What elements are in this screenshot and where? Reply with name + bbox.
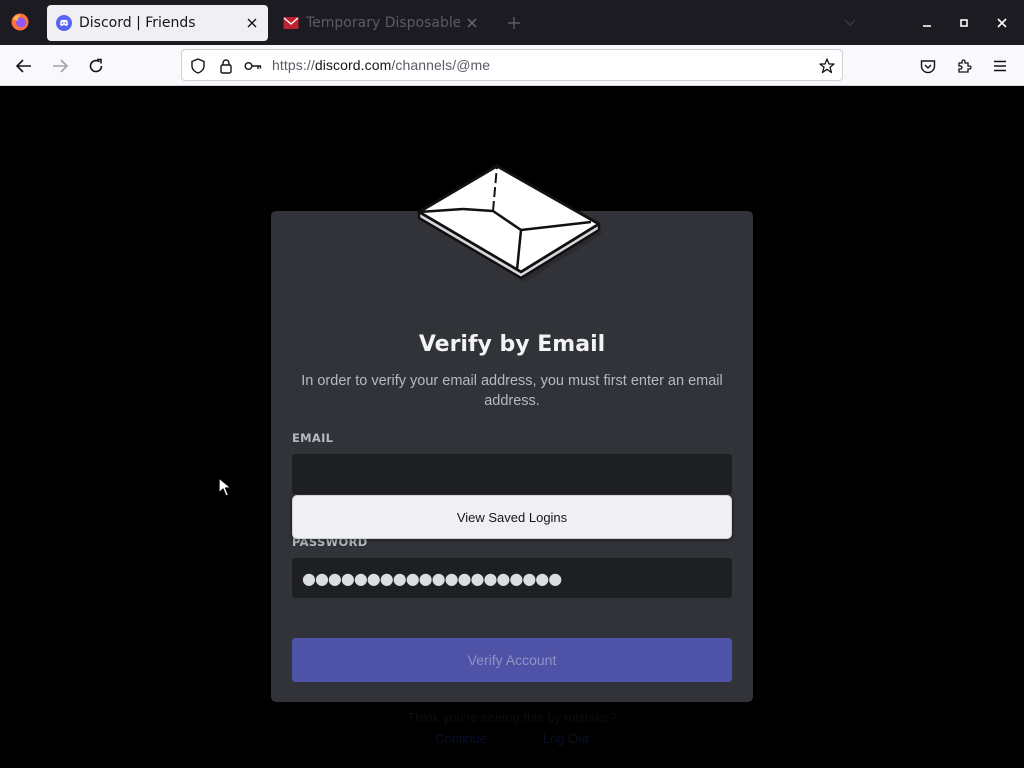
- temp-mail-icon: [283, 17, 299, 29]
- new-tab-plus-icon[interactable]: [502, 11, 526, 35]
- lock-icon[interactable]: [216, 56, 236, 76]
- verify-account-label: Verify Account: [467, 652, 557, 668]
- firefox-icon[interactable]: [10, 12, 30, 32]
- view-saved-logins-label: View Saved Logins: [456, 509, 568, 525]
- page-subtitle: In order to verify your email address, y…: [301, 373, 723, 409]
- chevron-down-icon[interactable]: [838, 11, 862, 35]
- view-saved-logins-popup[interactable]: View Saved Logins: [292, 495, 732, 539]
- tab-close-icon[interactable]: [460, 11, 484, 35]
- forward-icon[interactable]: [46, 52, 74, 80]
- browser-tab-bar: Discord | Friends Temporary Disposable E: [0, 0, 1024, 45]
- discord-icon: [56, 15, 72, 31]
- pocket-icon[interactable]: [914, 52, 942, 80]
- url-bar[interactable]: https://discord.com/channels/@me: [181, 49, 843, 81]
- extensions-icon[interactable]: [950, 52, 978, 80]
- email-field[interactable]: [292, 454, 732, 494]
- mouse-cursor-icon: [218, 477, 232, 497]
- tab-close-icon[interactable]: [240, 11, 264, 35]
- tab-title: Temporary Disposable E: [306, 15, 460, 31]
- tab-title: Discord | Friends: [79, 15, 196, 31]
- email-label: EMAIL: [292, 431, 334, 445]
- browser-nav-bar: https://discord.com/channels/@me: [0, 45, 1024, 86]
- password-field[interactable]: ●●●●●●●●●●●●●●●●●●●●: [292, 558, 732, 598]
- reload-icon[interactable]: [82, 52, 110, 80]
- tab-discord[interactable]: Discord | Friends: [47, 5, 268, 41]
- maximize-icon[interactable]: [952, 11, 976, 35]
- menu-icon[interactable]: [986, 52, 1014, 80]
- minimize-icon[interactable]: [915, 11, 939, 35]
- continue-link[interactable]: Continue: [435, 731, 487, 746]
- background-links: Continue Log Out: [0, 731, 1024, 746]
- verify-account-button[interactable]: Verify Account: [292, 638, 732, 682]
- tab-temp-mail[interactable]: Temporary Disposable E: [274, 5, 488, 41]
- envelope-icon: [417, 164, 603, 282]
- password-mask: ●●●●●●●●●●●●●●●●●●●●: [302, 568, 562, 588]
- bookmark-star-icon[interactable]: [817, 56, 837, 76]
- url-text: https://discord.com/channels/@me: [272, 57, 491, 73]
- log-out-link[interactable]: Log Out: [543, 731, 589, 746]
- shield-icon[interactable]: [188, 56, 208, 76]
- back-icon[interactable]: [10, 52, 38, 80]
- page-title: Verify by Email: [418, 332, 606, 357]
- mistake-question: Think you're seeing this by mistake?: [407, 710, 617, 725]
- close-icon[interactable]: [990, 11, 1014, 35]
- key-icon[interactable]: [243, 56, 263, 76]
- page-content: Think you're seeing this by mistake? Con…: [0, 86, 1024, 768]
